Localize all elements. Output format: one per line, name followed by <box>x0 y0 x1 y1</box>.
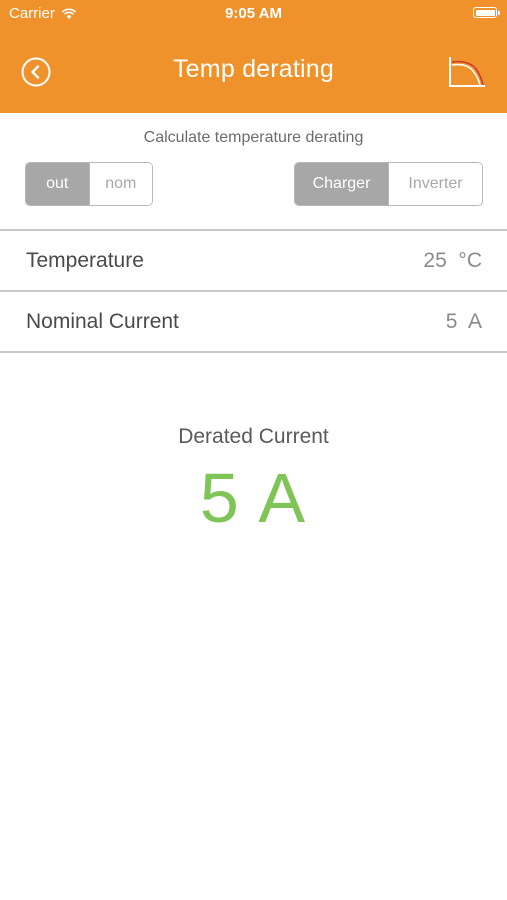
derating-chart-button[interactable] <box>447 55 487 89</box>
derating-curve-icon <box>449 57 485 87</box>
divider <box>0 351 507 353</box>
device-option-charger[interactable]: Charger <box>295 163 388 205</box>
temperature-value: 25 °C <box>423 248 482 272</box>
navigation-header: Carrier 9:05 AM Temp derating <box>0 0 507 113</box>
nominal-current-row[interactable]: Nominal Current 5 A <box>0 291 507 352</box>
device-segmented-control: Charger Inverter <box>294 162 483 206</box>
nominal-current-label: Nominal Current <box>26 309 179 333</box>
device-option-inverter[interactable]: Inverter <box>388 163 482 205</box>
page-title: Temp derating <box>172 55 335 83</box>
battery-icon <box>473 7 500 18</box>
status-bar: Carrier 9:05 AM <box>0 0 507 28</box>
nominal-current-value: 5 A <box>445 309 482 333</box>
mode-segmented-control: out nom <box>25 162 153 206</box>
temperature-row[interactable]: Temperature 25 °C <box>0 230 507 291</box>
derated-current-label: Derated Current <box>178 425 329 448</box>
temperature-label: Temperature <box>26 248 144 272</box>
derated-current-value: 5 A <box>199 459 308 537</box>
calculator-subtitle: Calculate temperature derating <box>143 129 364 146</box>
status-time: 9:05 AM <box>225 5 282 22</box>
mode-option-out[interactable]: out <box>26 163 89 205</box>
back-button[interactable] <box>21 57 51 87</box>
mode-option-nom[interactable]: nom <box>88 163 152 205</box>
back-circle-icon <box>21 57 51 87</box>
